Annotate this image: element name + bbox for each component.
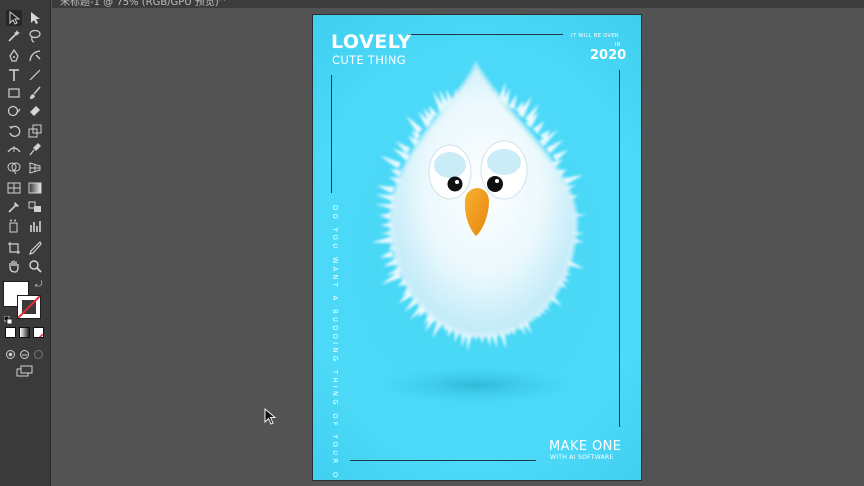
eyedropper-tool-icon[interactable] (6, 199, 22, 215)
draw-inside-icon[interactable] (33, 345, 44, 359)
rotate-tool-icon[interactable] (6, 123, 22, 139)
shape-builder-tool-icon[interactable] (6, 160, 22, 176)
slice-tool-icon[interactable] (27, 240, 43, 256)
direct-selection-tool-icon[interactable] (27, 10, 43, 26)
screen-mode-icon[interactable] (16, 362, 34, 377)
blend-tool-icon[interactable] (27, 199, 43, 215)
magic-wand-tool-icon[interactable] (6, 28, 22, 44)
puppet-warp-tool-icon[interactable] (27, 141, 43, 157)
poster-over-line: IT WILL BE OVER (571, 33, 619, 39)
draw-behind-icon[interactable] (19, 345, 30, 359)
selection-tool-icon[interactable] (6, 10, 22, 26)
line-segment-tool-icon[interactable] (27, 67, 43, 83)
type-tool-icon[interactable] (6, 67, 22, 83)
fluffy-creature-illustration (372, 60, 586, 403)
scale-tool-icon[interactable] (27, 123, 43, 139)
poster-year: 2020 (590, 48, 627, 63)
none-mode-button[interactable] (33, 327, 44, 338)
poster-bottom-title: MAKE ONE (549, 439, 622, 454)
eraser-tool-icon[interactable] (27, 103, 43, 119)
poster-subtitle: CUTE THING (332, 53, 406, 67)
column-graph-tool-icon[interactable] (27, 218, 43, 234)
tools-panel: ⤾ (0, 0, 51, 486)
pen-tool-icon[interactable] (6, 48, 22, 64)
gradient-mode-button[interactable] (19, 327, 30, 338)
close-tab-icon[interactable]: × (218, 0, 226, 4)
stroke-swatch[interactable] (17, 295, 41, 319)
color-mode-button[interactable] (5, 327, 16, 338)
artboard-tool-icon[interactable] (6, 240, 22, 256)
width-tool-icon[interactable] (6, 141, 22, 157)
hand-tool-icon[interactable] (6, 258, 22, 274)
default-fill-stroke-icon[interactable] (3, 309, 13, 325)
curvature-tool-icon[interactable] (27, 48, 43, 64)
paintbrush-tool-icon[interactable] (27, 85, 43, 101)
document-tab-strip: 未标题-1 @ 75% (RGB/GPU 预览) × (52, 0, 864, 8)
draw-normal-icon[interactable] (5, 345, 16, 359)
perspective-grid-tool-icon[interactable] (27, 160, 43, 176)
zoom-tool-icon[interactable] (27, 258, 43, 274)
symbol-sprayer-tool-icon[interactable] (6, 218, 22, 234)
poster-artboard[interactable]: LOVELY CUTE THING IT WILL BE OVER IN 202… (313, 15, 641, 480)
poster-title: LOVELY (331, 31, 412, 53)
poster-vertical-text: DO YOU WANT A BUDDING THING OF YOUR OWN (331, 205, 339, 480)
gradient-tool-icon[interactable] (27, 180, 43, 196)
lasso-tool-icon[interactable] (27, 28, 43, 44)
poster-bottom-subtitle: WITH AI SOFTWARE (550, 454, 614, 461)
rectangle-tool-icon[interactable] (6, 85, 22, 101)
document-tab-title[interactable]: 未标题-1 @ 75% (RGB/GPU 预览) (60, 0, 219, 8)
mouse-cursor-icon (264, 408, 277, 425)
swap-fill-stroke-icon[interactable]: ⤾ (35, 280, 43, 290)
mesh-tool-icon[interactable] (6, 180, 22, 196)
shaper-tool-icon[interactable] (6, 103, 22, 119)
